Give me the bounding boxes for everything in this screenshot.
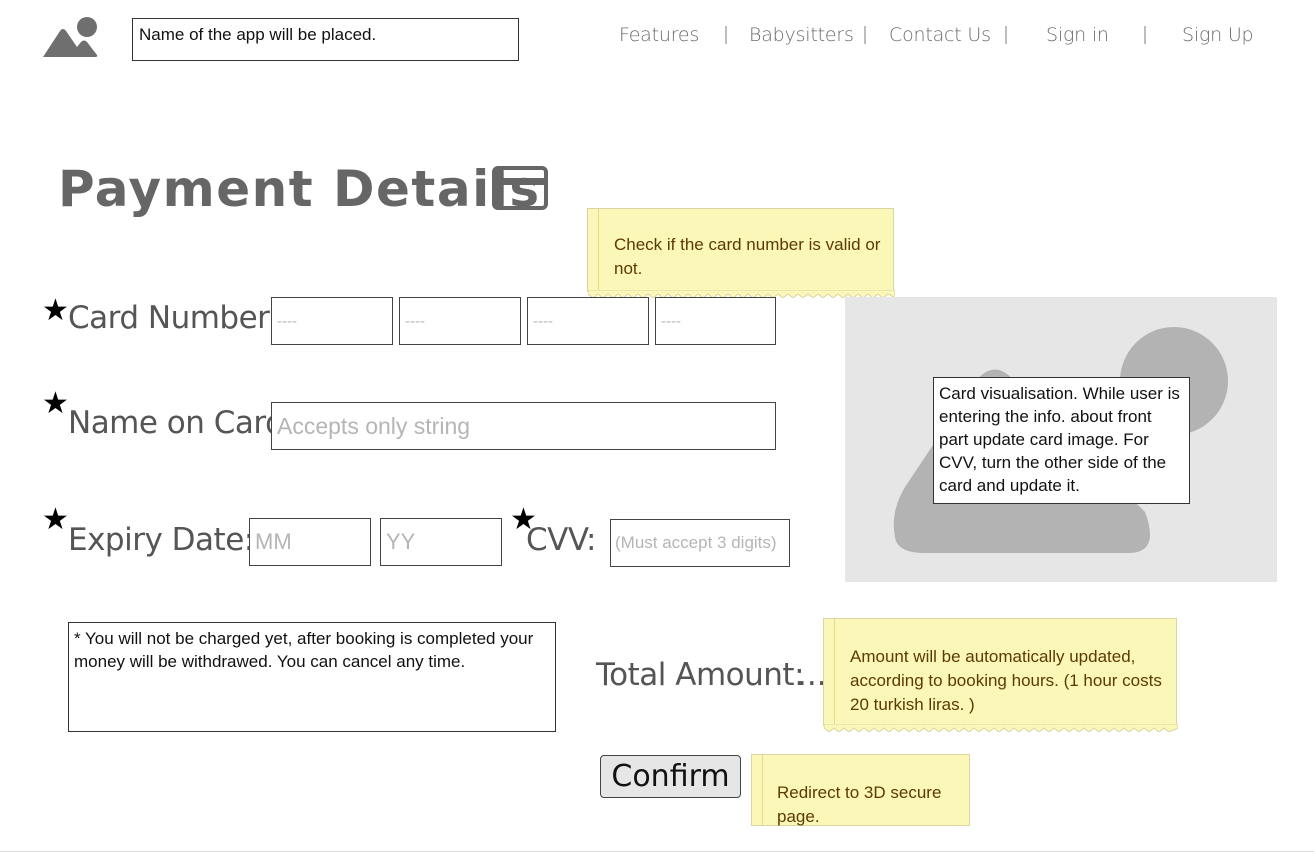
app-logo-icon xyxy=(43,17,98,57)
sticky-note-redirect: Redirect to 3D secure page. xyxy=(751,754,970,826)
nav-features[interactable]: Features xyxy=(619,24,699,46)
nav-divider xyxy=(1005,26,1007,44)
sticky-note-text: Amount will be automatically updated, ac… xyxy=(850,647,1162,714)
cvv-input[interactable] xyxy=(610,519,790,567)
confirm-button[interactable]: Confirm xyxy=(600,755,741,798)
charge-info-note: * You will not be charged yet, after boo… xyxy=(68,622,556,732)
required-star-icon: ★ xyxy=(42,294,69,327)
required-star-icon: ★ xyxy=(42,387,69,420)
card-number-label: Card Number : xyxy=(68,300,289,336)
cvv-label: CVV: xyxy=(526,522,596,558)
nav-divider xyxy=(864,26,866,44)
nav-contact-us[interactable]: Contact Us xyxy=(889,24,991,46)
total-amount-label: Total Amount: xyxy=(596,657,805,693)
card-number-input-1[interactable] xyxy=(271,297,393,345)
card-number-input-4[interactable] xyxy=(655,297,776,345)
expiry-year-input[interactable] xyxy=(380,518,502,566)
nav-sign-up[interactable]: Sign Up xyxy=(1182,24,1254,46)
nav-divider xyxy=(725,26,727,44)
credit-card-icon xyxy=(492,166,548,210)
sticky-note-text: Check if the card number is valid or not… xyxy=(614,235,881,278)
card-number-input-2[interactable] xyxy=(399,297,521,345)
card-number-input-3[interactable] xyxy=(527,297,649,345)
expiry-month-input[interactable] xyxy=(249,518,371,566)
required-star-icon: ★ xyxy=(42,503,69,536)
name-on-card-label: Name on Card: xyxy=(68,405,295,441)
nav-babysitters[interactable]: Babysitters xyxy=(749,24,854,46)
expiry-date-label: Expiry Date: xyxy=(68,522,254,558)
sticky-note-text: Redirect to 3D secure page. xyxy=(777,783,942,826)
nav-divider xyxy=(1144,26,1146,44)
page-title: Payment Details xyxy=(58,160,541,218)
app-name-placeholder: Name of the app will be placed. xyxy=(132,18,519,61)
name-on-card-input[interactable] xyxy=(271,402,776,450)
torn-edge xyxy=(824,724,1178,732)
sticky-note-card-check: Check if the card number is valid or not… xyxy=(587,208,895,298)
nav-sign-in[interactable]: Sign in xyxy=(1046,24,1109,46)
sticky-note-amount: Amount will be automatically updated, ac… xyxy=(823,618,1178,732)
card-visualisation-note: Card visualisation. While user is enteri… xyxy=(933,377,1190,504)
